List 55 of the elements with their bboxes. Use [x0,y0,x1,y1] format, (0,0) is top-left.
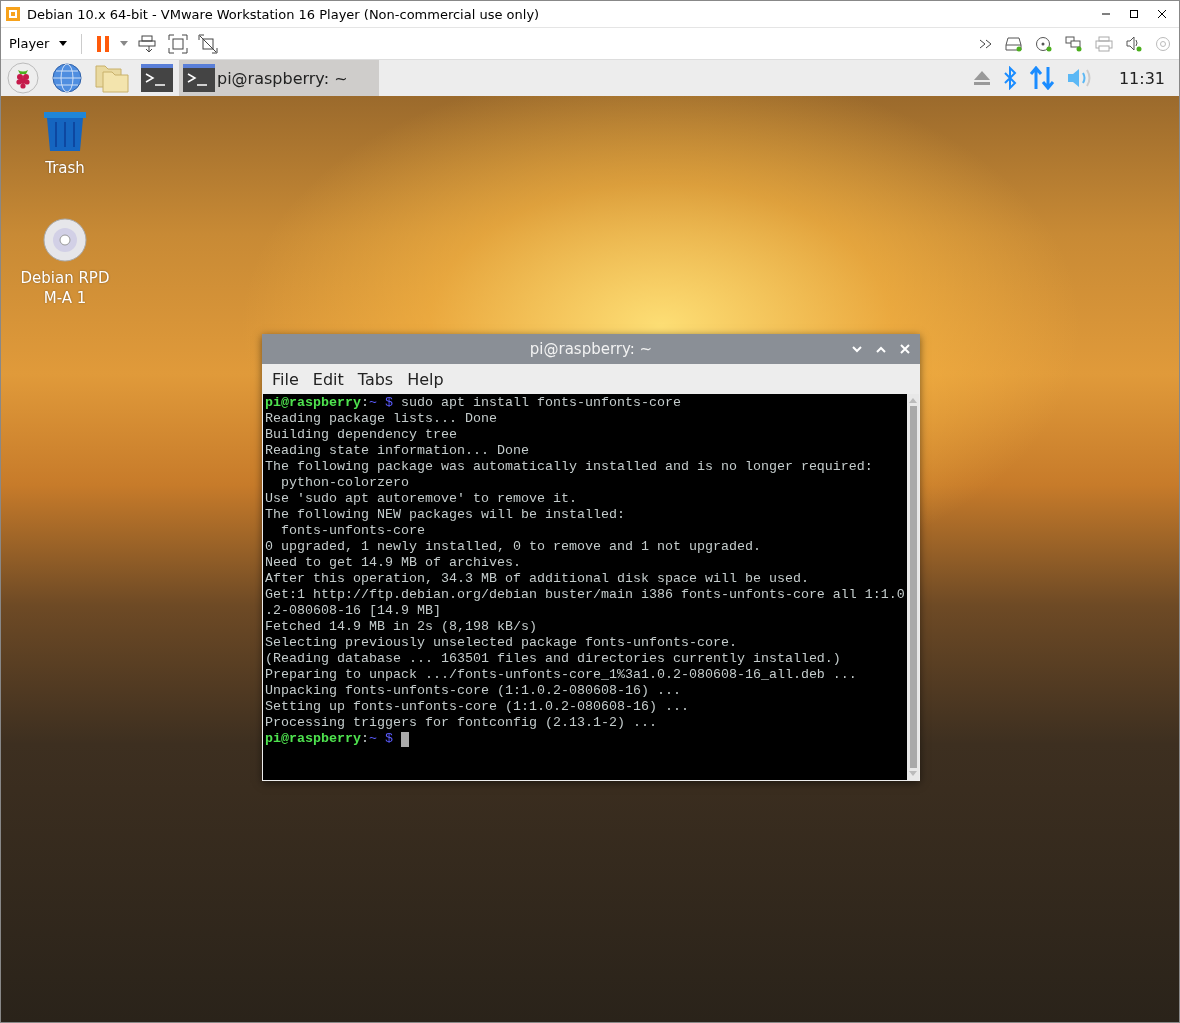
more-icon[interactable] [979,38,993,49]
globe-icon[interactable] [51,62,83,94]
cd-drive-icon[interactable] [1035,35,1053,52]
player-menu[interactable]: Player [9,36,50,51]
terminal-icon [183,64,215,92]
fullscreen-icon[interactable] [168,33,189,54]
terminal-line: Reading package lists... Done [265,411,498,427]
terminal-line: Use 'sudo apt autoremove' to remove it. [265,491,578,507]
prompt-line: pi@raspberry:~ $ [265,731,393,747]
prompt-line: pi@raspberry:~ $ sudo apt install fonts-unfonts-core [265,395,681,411]
window-title: Debian 10.x 64-bit - VMware Workstation 16 Player (Non-commercial use only) [27,6,540,22]
printer-icon[interactable] [1095,35,1113,52]
terminal-icon[interactable] [141,64,173,92]
menu-item[interactable]: Edit [312,369,344,389]
network-adapter-icon[interactable] [1065,35,1083,52]
disc-icon[interactable] [1155,35,1171,52]
disc-icon[interactable] [43,218,87,262]
terminal-line: 0 upgraded, 1 newly installed, 0 to remove and 1 not upgraded. [265,539,762,555]
vmware-logo-icon [5,6,21,22]
terminal-line: fonts-unfonts-core [280,523,426,539]
terminal-line: Reading state information... Done [265,443,530,459]
terminal-line: Selecting previously unselected package fonts-unfonts-core. [265,635,738,651]
network-arrows-icon[interactable] [1028,66,1055,90]
menu-item[interactable]: Help [407,369,444,389]
terminal-line: Need to get 14.9 MB of archives. [265,555,522,571]
menu-item[interactable]: File [272,369,299,389]
terminal-line: Setting up fonts-unfonts-core (1:1.0.2-080608-16) ... [265,699,690,715]
maximize-icon[interactable] [1129,9,1139,19]
pause-icon[interactable] [96,34,111,53]
terminal-line: After this operation, 34.3 MB of additional disk space will be used. [265,571,810,587]
bluetooth-icon[interactable] [1002,66,1017,90]
eject-icon[interactable] [972,70,991,86]
caret-icon[interactable] [59,41,68,46]
terminal-line: .2-080608-16 [14.9 MB] [265,603,442,619]
menu-item[interactable]: Tabs [357,369,394,389]
terminal-line: The following package was automatically installed and is no longer required: [265,459,874,475]
terminal-line: Building dependency tree [265,427,458,443]
terminal-line: Unpacking fonts-unfonts-core (1:1.0.2-080608-16) ... [265,683,682,699]
terminal-line: (Reading database ... 163501 files and directories currently installed.) [265,651,842,667]
terminal-line: Get:1 http://ftp.debian.org/debian buster/main i386 fonts-unfonts-core all 1:1.0 [265,587,905,603]
terminal-line: The following NEW packages will be installed: [265,507,626,523]
minimize-icon[interactable] [852,345,862,353]
terminal-line: Preparing to unpack .../fonts-unfonts-core_1%3a1.0.2-080608-16_all.deb ... [265,667,858,683]
clock: 11:31 [1118,68,1165,88]
desktop-icon-label[interactable]: Trash [20,158,110,178]
taskbar-window-button[interactable]: pi@raspberry: ~ [179,60,379,96]
terminal-line: Processing triggers for fontconfig (2.13.1-2) ... [265,715,658,731]
unity-icon[interactable] [198,33,219,54]
close-icon[interactable] [1157,9,1167,19]
sound-card-icon[interactable] [1125,35,1143,52]
send-keys-icon[interactable] [138,34,159,53]
terminal-line: python-colorzero [280,475,410,491]
terminal-title: pi@raspberry: ~ [529,340,653,358]
raspberry-menu-icon[interactable] [7,62,39,94]
terminal-line: Fetched 14.9 MB in 2s (8,198 kB/s) [265,619,538,635]
